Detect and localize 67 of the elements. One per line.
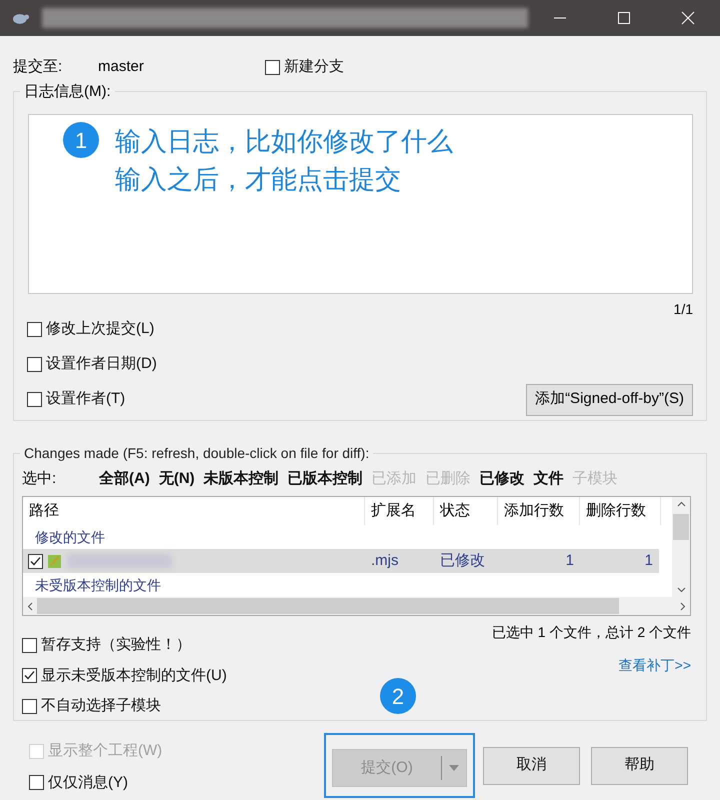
maximize-icon[interactable]: [617, 11, 631, 25]
branch-name: master: [98, 56, 145, 77]
file-row[interactable]: .mjs 已修改 1 1: [23, 549, 659, 573]
checkbox[interactable]: 显示未受版本控制的文件(U): [22, 664, 227, 687]
dialog-button[interactable]: 取消: [483, 746, 580, 784]
checkbox-icon: [265, 60, 280, 74]
vertical-scrollbar[interactable]: [672, 497, 690, 597]
group-header: 未受版本控制的文件: [35, 576, 161, 594]
column-header[interactable]: 添加行数: [498, 497, 580, 525]
column-header[interactable]: 路径: [23, 497, 365, 525]
checkbox-icon: [22, 698, 37, 714]
column-header[interactable]: 删除行数: [580, 497, 661, 525]
checkbox-label: 显示未受版本控制的文件(U): [41, 666, 227, 686]
filter-link[interactable]: 无(N): [158, 468, 195, 490]
checkbox-label: 不自动选择子模块: [41, 696, 161, 716]
scroll-thumb[interactable]: [37, 598, 619, 614]
checkbox-label: 设置作者日期(D): [46, 354, 157, 374]
filter-link[interactable]: 已修改: [480, 468, 525, 490]
step-badge: 1: [63, 122, 99, 158]
checkbox-icon: [27, 392, 42, 407]
group-header: 修改的文件: [35, 528, 105, 546]
checkbox-label: 显示整个工程(W): [48, 741, 162, 761]
annotation-text: 输入之后，才能点击提交: [115, 163, 402, 196]
checkbox[interactable]: 修改上次提交(L): [27, 318, 154, 341]
annotation-text: 输入日志，比如你修改了什么: [115, 125, 453, 158]
filter-link[interactable]: 文件: [534, 468, 564, 490]
message-field[interactable]: 1 输入日志，比如你修改了什么 输入之后，才能点击提交: [28, 114, 693, 294]
line-counter: 1/1: [674, 300, 693, 319]
commit-to-label: 提交至:: [13, 56, 64, 77]
checkbox-label: 仅仅消息(Y): [48, 772, 128, 792]
checkbox[interactable]: 暂存支持（实验性！）: [22, 634, 227, 656]
checkbox[interactable]: 新建分支: [265, 56, 344, 78]
checkbox-label: 暂存支持（实验性！）: [41, 635, 191, 655]
select-label: 选中:: [22, 468, 58, 489]
table-cell-text: 已修改: [439, 550, 486, 571]
close-icon[interactable]: [681, 11, 695, 25]
column-header[interactable]: 扩展名: [365, 497, 434, 525]
table-cell-text: 1: [564, 550, 575, 571]
checkbox-icon: [27, 322, 42, 337]
column-header[interactable]: 状态: [434, 497, 498, 525]
table-cell-text: 1: [644, 550, 654, 571]
checkbox-icon: [27, 357, 42, 372]
checkbox-label: 修改上次提交(L): [46, 319, 154, 340]
checkbox[interactable]: 仅仅消息(Y): [29, 772, 162, 794]
checkbox[interactable]: 不自动选择子模块: [22, 695, 227, 718]
checkbox-icon: [22, 638, 37, 653]
horizontal-scrollbar[interactable]: [23, 597, 690, 615]
signoff-button[interactable]: 添加“Signed-off-by”(S): [526, 384, 693, 416]
filter-link[interactable]: 全部(A): [99, 468, 150, 490]
checkbox[interactable]: 设置作者(T): [27, 388, 126, 411]
table-cell-text: .mjs: [370, 550, 400, 571]
checkbox-icon: [29, 775, 44, 790]
checked-checkbox-icon: [28, 554, 43, 568]
view-patch-link[interactable]: 查看补丁>>: [618, 655, 691, 676]
checkbox-icon: [29, 744, 44, 759]
checkbox[interactable]: 设置作者日期(D): [27, 353, 157, 376]
selection-summary: 已选中 1 个文件，总计 2 个文件: [492, 623, 691, 642]
step-badge: 2: [380, 678, 416, 714]
checkbox-label: 设置作者(T): [46, 389, 126, 410]
file-icon: [47, 553, 63, 569]
dialog-button[interactable]: 帮助: [591, 746, 688, 784]
filter-link[interactable]: 未版本控制: [204, 468, 279, 490]
filter-link[interactable]: 已版本控制: [288, 468, 363, 490]
checked-checkbox-icon: [22, 668, 37, 684]
checkbox-label: 新建分支: [284, 56, 344, 77]
scroll-thumb[interactable]: [673, 514, 689, 540]
checkbox[interactable]: [28, 554, 43, 568]
